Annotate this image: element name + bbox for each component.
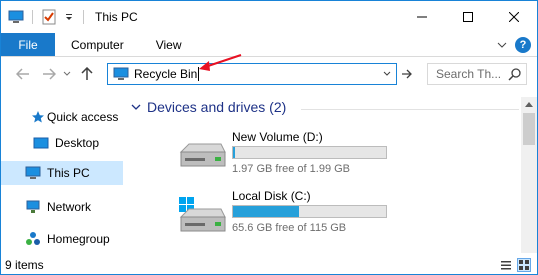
quick-access-toolbar xyxy=(1,8,78,26)
hdd-icon xyxy=(177,138,227,172)
nav-label-network: Network xyxy=(47,200,92,214)
minimize-button[interactable] xyxy=(399,1,445,33)
nav-item-homegroup[interactable]: Homegroup xyxy=(1,227,123,251)
content-pane: Devices and drives (2) New Volume (D:) 1… xyxy=(131,97,519,253)
group-title: Devices and drives (2) xyxy=(147,99,287,115)
item-count: 9 items xyxy=(5,258,44,272)
annotation-arrow-icon xyxy=(199,54,242,71)
drive-usage-fill xyxy=(233,206,299,217)
drive-free-space: 65.6 GB free of 115 GB xyxy=(232,222,347,234)
nav-label-this-pc: This PC xyxy=(47,166,90,180)
drive-free-space: 1.97 GB free of 1.99 GB xyxy=(232,163,351,175)
tab-view[interactable]: View xyxy=(140,33,198,56)
recent-locations-button[interactable] xyxy=(59,64,75,84)
nav-item-this-pc[interactable]: This PC xyxy=(1,161,123,185)
network-icon xyxy=(25,199,41,215)
nav-item-quick-access[interactable]: Quick access xyxy=(1,105,123,129)
drive-usage-bar xyxy=(232,146,387,159)
pc-icon xyxy=(7,8,25,26)
go-button[interactable] xyxy=(398,64,416,84)
drive-item-d[interactable]: New Volume (D:) 1.97 GB free of 1.99 GB xyxy=(177,130,517,180)
expand-ribbon-icon[interactable] xyxy=(497,38,507,52)
title-bar: This PC xyxy=(1,1,537,33)
ribbon-right: ? xyxy=(497,37,531,53)
search-icon[interactable] xyxy=(508,67,522,84)
status-bar: 9 items xyxy=(1,255,537,275)
group-divider xyxy=(301,109,519,110)
scroll-up-button[interactable] xyxy=(521,97,537,111)
windows-hdd-icon xyxy=(177,197,227,232)
drive-name: Local Disk (C:) xyxy=(232,189,311,203)
ribbon-tabs: File Computer View ? xyxy=(1,33,537,57)
view-switcher xyxy=(499,258,531,272)
close-button[interactable] xyxy=(491,1,537,33)
scrollbar-thumb[interactable] xyxy=(523,113,535,145)
drive-usage-fill xyxy=(233,147,235,158)
nav-label-desktop: Desktop xyxy=(55,136,100,150)
tab-file[interactable]: File xyxy=(1,33,55,56)
up-button[interactable] xyxy=(77,64,97,84)
address-bar[interactable]: Recycle Bin xyxy=(107,63,397,85)
group-header-devices[interactable]: Devices and drives (2) xyxy=(131,99,286,115)
nav-item-network[interactable]: Network xyxy=(1,195,123,219)
details-view-icon[interactable] xyxy=(499,258,513,272)
search-box[interactable]: Search Th... xyxy=(427,63,527,85)
window-controls xyxy=(399,1,537,33)
tab-computer[interactable]: Computer xyxy=(55,33,140,56)
title-separator xyxy=(83,10,84,24)
drive-name: New Volume (D:) xyxy=(232,130,323,144)
toolbar-separator xyxy=(32,10,33,24)
homegroup-icon xyxy=(25,231,41,247)
pc-icon xyxy=(112,65,130,83)
properties-icon[interactable] xyxy=(40,8,58,26)
qat-dropdown-icon[interactable] xyxy=(60,8,78,26)
chevron-down-icon[interactable] xyxy=(131,100,141,114)
pc-icon xyxy=(25,165,41,181)
navigation-pane: Quick access Desktop This PC Network Hom… xyxy=(1,97,125,257)
address-row: Recycle Bin Search Th... xyxy=(1,58,537,90)
maximize-button[interactable] xyxy=(445,1,491,33)
drive-item-c[interactable]: Local Disk (C:) 65.6 GB free of 115 GB xyxy=(177,189,517,239)
nav-item-desktop[interactable]: Desktop xyxy=(1,131,123,155)
explorer-window: This PC File Computer View ? Recycle Bin… xyxy=(0,0,538,275)
vertical-scrollbar[interactable] xyxy=(521,97,537,253)
address-text[interactable]: Recycle Bin xyxy=(134,67,197,81)
forward-button[interactable] xyxy=(39,64,59,84)
star-icon xyxy=(30,109,46,125)
nav-label-quick-access: Quick access xyxy=(47,110,119,124)
desktop-icon xyxy=(33,135,49,151)
window-title: This PC xyxy=(95,10,138,24)
help-button[interactable]: ? xyxy=(515,37,531,53)
drive-usage-bar xyxy=(232,205,387,218)
tiles-view-icon[interactable] xyxy=(517,258,531,272)
back-button[interactable] xyxy=(13,64,33,84)
search-input[interactable]: Search Th... xyxy=(436,67,504,81)
nav-label-homegroup: Homegroup xyxy=(47,232,110,246)
address-dropdown-button[interactable] xyxy=(378,64,396,84)
